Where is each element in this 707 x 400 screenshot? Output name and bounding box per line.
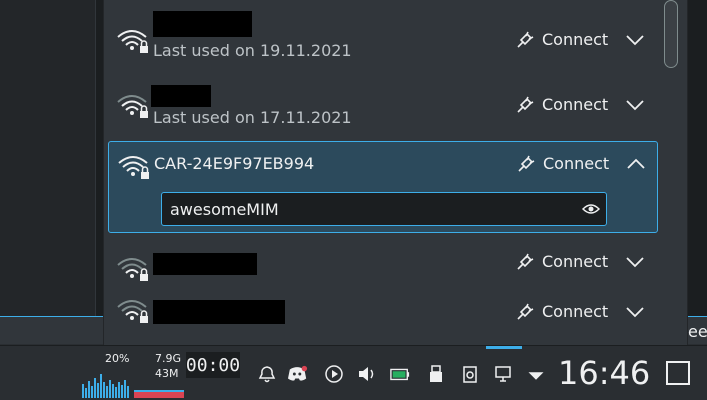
background-text: ee [688,322,707,341]
show-desktop-button[interactable] [666,361,690,385]
network-name-redacted [153,253,257,275]
desktop-background-right [688,0,707,316]
battery-icon[interactable] [390,364,410,384]
connect-button[interactable]: Connect [516,302,608,321]
notifications-icon[interactable] [257,364,277,384]
network-last-used: Last used on 17.11.2021 [153,108,352,127]
clipboard-icon[interactable] [460,364,480,384]
wifi-locked-icon [117,300,148,323]
scrollbar[interactable] [664,0,678,68]
network-name: CAR-24E9F97EB994 [154,154,315,173]
plug-icon [517,96,534,113]
connect-label: Connect [542,30,609,49]
network-item[interactable]: Connect [108,286,658,324]
memory-graph[interactable] [134,356,184,398]
timer-display[interactable]: 00:00 [186,352,240,378]
media-play-icon[interactable] [324,364,344,384]
network-wired-icon[interactable] [494,364,514,384]
connect-label: Connect [543,154,610,173]
background-window [0,0,96,316]
wifi-locked-icon [117,258,148,281]
network-item-expanded[interactable]: CAR-24E9F97EB994 Connect awesomeMIM [108,141,658,233]
network-last-used: Last used on 19.11.2021 [153,41,352,60]
connect-button[interactable]: Connect [516,252,608,271]
chevron-down-icon[interactable] [626,99,644,111]
connect-button[interactable]: Connect [517,154,609,173]
plug-icon [518,155,535,172]
wifi-locked-icon [117,30,148,53]
network-item[interactable]: Last used on 19.11.2021 Connect [108,8,658,68]
wifi-locked-icon [117,95,148,118]
chevron-down-icon[interactable] [626,256,644,268]
network-name-redacted [151,85,211,107]
usb-drive-icon[interactable] [426,364,446,384]
desktop-background [0,0,103,316]
wifi-locked-icon [118,156,149,179]
password-value: awesomeMIM [170,200,279,219]
plug-icon [517,253,534,270]
clock[interactable]: 16:46 [558,354,650,392]
connect-label: Connect [542,302,609,321]
plug-icon [517,31,534,48]
connect-label: Connect [542,95,609,114]
network-name-redacted [153,11,252,37]
show-password-icon[interactable] [582,202,600,216]
taskbar: 20% 7.9G 43M 00:00 16:46 [0,345,707,400]
password-input[interactable]: awesomeMIM [161,192,607,226]
cpu-graph[interactable] [82,356,132,398]
connect-button[interactable]: Connect [516,30,608,49]
chevron-down-icon[interactable] [626,306,644,318]
connect-label: Connect [542,252,609,271]
volume-icon[interactable] [357,364,377,384]
tray-expand-icon[interactable] [526,366,546,386]
discord-icon[interactable] [288,364,308,384]
chevron-up-icon[interactable] [627,158,645,170]
plug-icon [517,303,534,320]
connect-button[interactable]: Connect [516,95,608,114]
network-item[interactable]: Last used on 17.11.2021 Connect [108,73,658,133]
active-indicator [486,346,522,349]
network-name-redacted [153,300,285,324]
chevron-down-icon[interactable] [626,34,644,46]
